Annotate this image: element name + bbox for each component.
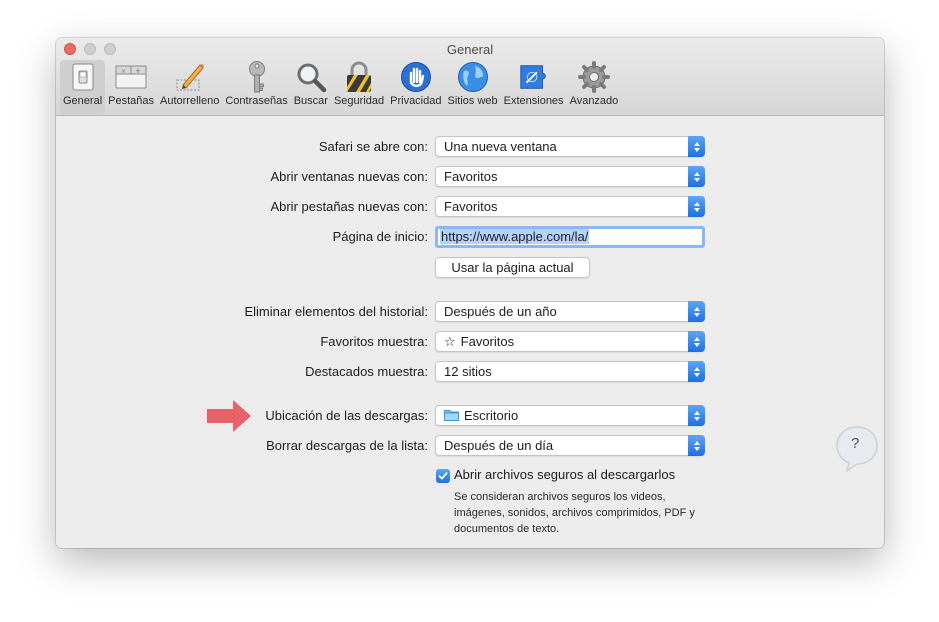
download-location-popup[interactable]: Escritorio [435,405,705,426]
updown-arrows-icon [688,166,705,187]
tab-label: Autorrelleno [160,95,220,107]
updown-arrows-icon [688,301,705,322]
folder-icon [444,406,459,425]
favorites-shows-label: Favoritos muestra: [320,334,428,349]
updown-arrows-icon [688,405,705,426]
popup-value: 12 sitios [444,364,492,379]
top-sites-label: Destacados muestra: [305,364,428,379]
tabs-icon: × + [115,60,147,94]
puzzle-icon [518,60,550,94]
tab-label: Contraseñas [225,95,288,107]
homepage-field[interactable]: https://www.apple.com/la/ [435,226,705,248]
tab-label: Buscar [293,95,328,107]
favorites-shows-row: Favoritos muestra: ☆ Favoritos [56,331,884,353]
tab-pestanas[interactable]: × + Pestañas [105,60,157,114]
open-safe-files-checkbox[interactable] [436,469,450,483]
opens-with-popup[interactable]: Una nueva ventana [435,136,705,157]
homepage-value: https://www.apple.com/la/ [440,229,590,244]
homepage-label: Página de inicio: [332,229,428,244]
gear-icon [577,60,610,94]
titlebar: General General × + Pestañas Autorrellen… [56,38,884,116]
remove-history-label: Eliminar elementos del historial: [244,304,428,319]
tab-label: Pestañas [108,95,155,107]
opens-with-row: Safari se abre con: Una nueva ventana [56,136,884,158]
star-icon: ☆ [444,334,456,349]
red-arrow-icon [207,400,251,432]
safe-files-note: Se consideran archivos seguros los video… [454,491,695,535]
remove-downloads-popup[interactable]: Después de un día [435,435,705,456]
tab-buscar[interactable]: Buscar [291,60,331,114]
tab-label: General [63,95,103,107]
updown-arrows-icon [688,331,705,352]
new-windows-label: Abrir ventanas nuevas con: [270,169,428,184]
use-current-page-button[interactable]: Usar la página actual [435,257,590,278]
updown-arrows-icon [688,435,705,456]
remove-history-row: Eliminar elementos del historial: Despué… [56,301,884,323]
pencil-icon [174,60,206,94]
tab-label: Sitios web [447,95,498,107]
homepage-row: Página de inicio: https://www.apple.com/… [56,226,884,248]
download-location-label: Ubicación de las descargas: [265,408,428,423]
tab-contrasenas[interactable]: Contraseñas [222,60,290,114]
new-windows-popup[interactable]: Favoritos [435,166,705,187]
popup-value: Después de un año [444,304,557,319]
safe-files-note-row: Se consideran archivos seguros los video… [56,489,884,548]
opens-with-label: Safari se abre con: [318,139,428,154]
tab-label: Avanzado [569,95,619,107]
use-current-page-row: Usar la página actual [56,257,884,279]
updown-arrows-icon [688,361,705,382]
remove-downloads-label: Borrar descargas de la lista: [266,438,428,453]
top-sites-popup[interactable]: 12 sitios [435,361,705,382]
new-tabs-popup[interactable]: Favoritos [435,196,705,217]
open-safe-files-row: Abrir archivos seguros al descargarlos [56,466,884,488]
new-tabs-row: Abrir pestañas nuevas con: Favoritos [56,196,884,218]
preferences-toolbar: General × + Pestañas Autorrelleno Contra… [60,60,621,114]
updown-arrows-icon [688,196,705,217]
popup-value: Favoritos [444,169,498,184]
checkmark-icon [438,472,448,480]
top-sites-row: Destacados muestra: 12 sitios [56,361,884,383]
tab-label: Extensiones [503,95,564,107]
tab-privacidad[interactable]: Privacidad [387,60,444,114]
help-label: ? [851,435,860,452]
popup-value: Después de un día [444,438,554,453]
tab-label: Seguridad [333,95,385,107]
svg-text:×: × [121,68,126,75]
new-tabs-label: Abrir pestañas nuevas con: [270,199,428,214]
globe-icon [457,60,489,94]
open-safe-files-label: Abrir archivos seguros al descargarlos [454,467,676,482]
key-icon [241,60,273,94]
tab-extensiones[interactable]: Extensiones [501,60,567,114]
remove-history-popup[interactable]: Después de un año [435,301,705,322]
updown-arrows-icon [688,136,705,157]
popup-value: Favoritos [444,199,498,214]
popup-value: Escritorio [464,408,519,423]
tab-general[interactable]: General [60,60,106,114]
window-title: General [446,42,494,57]
tab-label: Privacidad [390,95,442,107]
popup-value: Una nueva ventana [444,139,557,154]
lock-icon [343,60,375,94]
popup-value: Favoritos [460,334,515,349]
help-button[interactable]: ? [832,423,882,473]
magnifier-icon [295,60,327,94]
hand-icon [400,60,432,94]
preferences-window: General General × + Pestañas Autorrellen… [56,38,884,548]
remove-downloads-row: Borrar descargas de la lista: Después de… [56,435,884,457]
general-pane: Safari se abre con: Una nueva ventana Ab… [56,116,884,548]
tab-sitios-web[interactable]: Sitios web [444,60,500,114]
favorites-shows-popup[interactable]: ☆ Favoritos [435,331,705,352]
new-windows-row: Abrir ventanas nuevas con: Favoritos [56,166,884,188]
tab-seguridad[interactable]: Seguridad [331,60,387,114]
tab-avanzado[interactable]: Avanzado [567,60,622,114]
tab-autorrelleno[interactable]: Autorrelleno [157,60,222,114]
svg-text:+: + [135,67,141,75]
download-location-row: Ubicación de las descargas: Escritorio [56,400,884,432]
switch-icon [67,60,99,94]
